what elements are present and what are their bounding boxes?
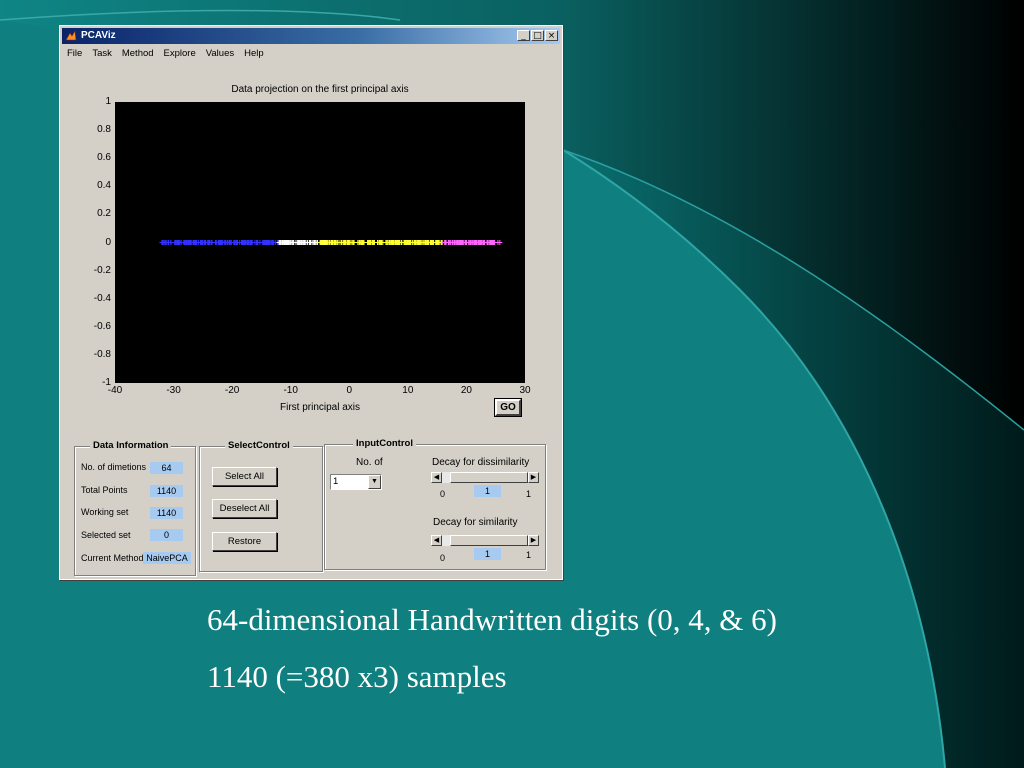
current-method-label: Current Method bbox=[81, 553, 144, 563]
similarity-label: Decay for similarity bbox=[433, 517, 518, 528]
close-button[interactable]: × bbox=[545, 30, 558, 41]
menu-help[interactable]: Help bbox=[239, 45, 269, 61]
x-axis-label: First principal axis bbox=[279, 402, 361, 413]
slide-text-line-2: 1140 (=380 x3) samples bbox=[207, 659, 507, 694]
slider-left-arrow-icon[interactable]: ◀ bbox=[431, 472, 442, 483]
dissimilarity-min: 0 bbox=[440, 489, 446, 499]
no-of-label: No. of bbox=[356, 457, 383, 468]
total-points-value: 1140 bbox=[150, 485, 183, 497]
x-tick-label: -30 bbox=[166, 385, 181, 396]
x-tick-label: -10 bbox=[283, 385, 298, 396]
x-tick-label: 10 bbox=[402, 385, 414, 396]
slider-right-arrow-icon[interactable]: ▶ bbox=[528, 472, 539, 483]
chart-title: Data projection on the first principal a… bbox=[231, 84, 409, 95]
working-set-value: 1140 bbox=[150, 507, 183, 519]
y-tick-label: 0.4 bbox=[97, 180, 111, 192]
selected-set-label: Selected set bbox=[81, 530, 131, 540]
data-point bbox=[270, 240, 276, 245]
dimensions-label: No. of dimetions bbox=[81, 462, 147, 472]
menu-bar: File Task Method Explore Values Help bbox=[62, 45, 269, 61]
similarity-slider[interactable]: ◀ ▶ bbox=[431, 535, 539, 546]
dissimilarity-label: Decay for dissimilarity bbox=[432, 457, 530, 468]
slide-text-line-1: 64-dimensional Handwritten digits (0, 4,… bbox=[207, 602, 777, 637]
title-bar: PCAViz _ □ × bbox=[62, 28, 560, 44]
y-tick-label: -0.6 bbox=[93, 320, 111, 332]
restore-button[interactable]: Restore bbox=[212, 532, 277, 551]
x-tick-label: 30 bbox=[519, 385, 531, 396]
menu-method[interactable]: Method bbox=[117, 45, 159, 61]
similarity-value: 1 bbox=[474, 548, 501, 560]
similarity-max: 1 bbox=[526, 550, 532, 560]
menu-file[interactable]: File bbox=[62, 45, 87, 61]
working-set-label: Working set bbox=[81, 507, 129, 517]
input-control-title: InputControl bbox=[353, 438, 416, 449]
current-method-value: NaivePCA bbox=[143, 552, 191, 564]
slider-thumb[interactable] bbox=[450, 472, 528, 483]
deselect-all-button[interactable]: Deselect All bbox=[212, 499, 277, 518]
menu-task[interactable]: Task bbox=[87, 45, 117, 61]
y-tick-label: 0.2 bbox=[97, 208, 111, 220]
slider-left-arrow-icon[interactable]: ◀ bbox=[431, 535, 442, 546]
dissimilarity-value: 1 bbox=[474, 485, 501, 497]
window-title: PCAViz bbox=[81, 30, 116, 41]
x-tick-label: -20 bbox=[224, 385, 240, 396]
scatter-plot bbox=[159, 240, 503, 245]
chevron-down-icon[interactable]: ▼ bbox=[368, 475, 381, 489]
similarity-min: 0 bbox=[440, 553, 446, 563]
y-tick-label: 0.6 bbox=[97, 152, 111, 164]
slider-thumb[interactable] bbox=[450, 535, 528, 546]
data-information-title: Data Information bbox=[90, 440, 172, 451]
minimize-button[interactable]: _ bbox=[517, 30, 530, 41]
matlab-icon bbox=[65, 30, 77, 41]
selected-set-value: 0 bbox=[150, 529, 183, 541]
go-button[interactable]: GO bbox=[494, 398, 522, 417]
dimensions-value: 64 bbox=[150, 462, 183, 474]
dissimilarity-slider[interactable]: ◀ ▶ bbox=[431, 472, 539, 483]
series-markers bbox=[441, 240, 503, 245]
y-tick-label: -0.8 bbox=[93, 348, 111, 360]
select-control-title: SelectControl bbox=[225, 440, 293, 451]
dissimilarity-max: 1 bbox=[526, 489, 532, 499]
y-tick-label: 0 bbox=[105, 236, 111, 248]
slider-right-arrow-icon[interactable]: ▶ bbox=[528, 535, 539, 546]
series-markers bbox=[317, 240, 445, 245]
total-points-label: Total Points bbox=[81, 485, 128, 495]
menu-explore[interactable]: Explore bbox=[159, 45, 201, 61]
menu-values[interactable]: Values bbox=[201, 45, 239, 61]
plot-area[interactable] bbox=[115, 102, 525, 383]
y-tick-label: -0.4 bbox=[93, 292, 111, 304]
maximize-button[interactable]: □ bbox=[531, 30, 544, 41]
no-of-value: 1 bbox=[333, 476, 339, 487]
x-tick-label: 0 bbox=[346, 385, 353, 396]
y-tick-label: 0.8 bbox=[97, 124, 111, 136]
y-tick-label: -0.2 bbox=[93, 264, 111, 276]
series-markers bbox=[159, 240, 282, 245]
select-all-button[interactable]: Select All bbox=[212, 467, 277, 486]
y-tick-label: 1 bbox=[105, 96, 111, 107]
x-tick-label: -40 bbox=[107, 385, 123, 396]
no-of-select[interactable]: 1 ▼ bbox=[330, 474, 382, 490]
x-tick-label: 20 bbox=[460, 385, 472, 396]
